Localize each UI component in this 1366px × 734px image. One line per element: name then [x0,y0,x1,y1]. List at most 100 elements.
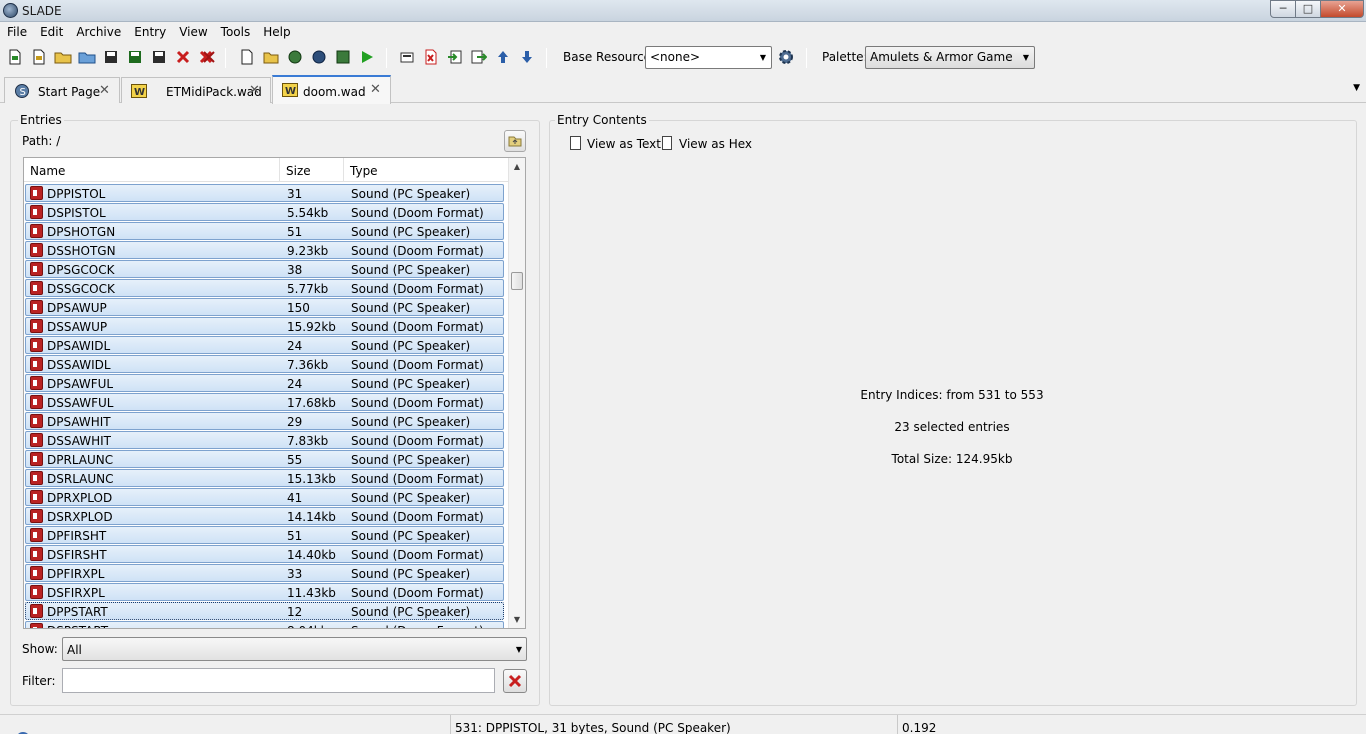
sound-icon [30,433,43,447]
menu-file[interactable]: File [0,22,33,42]
sound-icon [30,205,43,219]
table-row[interactable]: DPSAWFUL 24 Sound (PC Speaker) [25,374,504,392]
close-icon[interactable]: ✕ [99,83,110,98]
tab-start-page[interactable]: S Start Page ✕ [4,77,120,103]
column-name[interactable]: Name [24,158,280,182]
title-bar: SLADE ─ □ ✕ [0,0,1366,22]
new-entry-icon[interactable] [238,48,256,66]
up-directory-button[interactable] [504,130,526,152]
table-row[interactable]: DPFIRSHT 51 Sound (PC Speaker) [25,526,504,544]
status-value: 0.192 [897,715,1366,734]
delete-entry-icon[interactable] [422,48,440,66]
cell-size: 7.83kb [287,434,329,448]
save-all-icon[interactable] [150,48,168,66]
clear-filter-icon [508,674,522,688]
save-as-icon[interactable] [126,48,144,66]
column-type[interactable]: Type [344,158,510,182]
cell-name: DSRXPLOD [47,510,113,524]
table-row[interactable]: DSFIRSHT 14.40kb Sound (Doom Format) [25,545,504,563]
cell-type: Sound (PC Speaker) [351,453,471,467]
menu-edit[interactable]: Edit [33,22,69,42]
palette-select[interactable]: Amulets & Armor Game ▼ [865,46,1035,69]
table-row[interactable]: DSSHOTGN 9.23kb Sound (Doom Format) [25,241,504,259]
status-message: 531: DPPISTOL, 31 bytes, Sound (PC Speak… [450,715,897,734]
table-row[interactable]: DPSAWUP 150 Sound (PC Speaker) [25,298,504,316]
table-row[interactable]: DSSAWIDL 7.36kb Sound (Doom Format) [25,355,504,373]
export-entry-icon[interactable] [470,48,488,66]
table-row[interactable]: DPPSTART 12 Sound (PC Speaker) [25,602,504,620]
entry-list[interactable]: Name Size Type DPPISTOL 31 Sound (PC Speak… [23,157,526,629]
move-up-icon[interactable] [494,48,512,66]
table-row[interactable]: DPFIRXPL 33 Sound (PC Speaker) [25,564,504,582]
table-row[interactable]: DSFIRXPL 11.43kb Sound (Doom Format) [25,583,504,601]
tab-label: ETMidiPack.wad [166,85,262,99]
cell-type: Sound (PC Speaker) [351,225,471,239]
cell-size: 7.36kb [287,358,329,372]
table-row[interactable]: DSSAWFUL 17.68kb Sound (Doom Format) [25,393,504,411]
table-row[interactable]: DPSGCOCK 38 Sound (PC Speaker) [25,260,504,278]
rename-entry-icon[interactable] [398,48,416,66]
table-row[interactable]: DSRXPLOD 14.14kb Sound (Doom Format) [25,507,504,525]
new-wad-icon[interactable] [6,48,24,66]
import-dir-icon[interactable] [334,48,352,66]
cell-type: Sound (Doom Format) [351,396,484,410]
menu-view[interactable]: View [172,22,213,42]
scroll-up-icon[interactable]: ▲ [509,158,525,175]
table-row[interactable]: DPSAWHIT 29 Sound (PC Speaker) [25,412,504,430]
sound-icon [30,585,43,599]
filter-input[interactable] [62,668,495,693]
cell-size: 5.77kb [287,282,329,296]
wad-icon: W [131,84,147,98]
new-zip-icon[interactable] [30,48,48,66]
cell-type: Sound (Doom Format) [351,358,484,372]
minimize-button[interactable]: ─ [1270,0,1296,18]
new-directory-icon[interactable] [262,48,280,66]
tab-etmidipack[interactable]: W ETMidiPack.wad ✕ [121,77,271,103]
table-row[interactable]: DPSHOTGN 51 Sound (PC Speaker) [25,222,504,240]
menu-archive[interactable]: Archive [69,22,127,42]
menu-help[interactable]: Help [256,22,296,42]
cell-name: DPPSTART [47,605,108,619]
menu-tools[interactable]: Tools [214,22,257,42]
toolbar-separator [806,48,807,68]
table-row[interactable]: DSRLAUNC 15.13kb Sound (Doom Format) [25,469,504,487]
close-archive-icon[interactable] [174,48,192,66]
cell-name: DPSHOTGN [47,225,116,239]
menu-entry[interactable]: Entry [127,22,172,42]
move-down-icon[interactable] [518,48,536,66]
import-files-icon[interactable] [286,48,304,66]
table-row[interactable]: DPRLAUNC 55 Sound (PC Speaker) [25,450,504,468]
close-icon[interactable]: ✕ [370,82,381,97]
close-icon[interactable]: ✕ [249,83,260,98]
cell-type: Sound (Doom Format) [351,434,484,448]
run-archive-icon[interactable] [358,48,376,66]
close-all-icon[interactable] [198,48,216,66]
save-icon[interactable] [102,48,120,66]
build-archive-icon[interactable] [310,48,328,66]
base-resource-select[interactable]: <none> ▼ [645,46,772,69]
table-row[interactable]: DPSAWIDL 24 Sound (PC Speaker) [25,336,504,354]
entry-list-scrollbar[interactable]: ▲ ▼ [508,158,525,628]
close-button[interactable]: ✕ [1320,0,1364,18]
scroll-down-icon[interactable]: ▼ [509,611,525,628]
table-row[interactable]: DPPISTOL 31 Sound (PC Speaker) [25,184,504,202]
table-row[interactable]: DSPSTART 8.04kb Sound (Doom Format) [25,621,504,628]
import-entry-icon[interactable] [446,48,464,66]
tab-list-chevron-down-icon[interactable]: ▼ [1353,83,1360,93]
open-icon[interactable] [54,48,72,66]
table-row[interactable]: DPRXPLOD 41 Sound (PC Speaker) [25,488,504,506]
palette-value: Amulets & Armor Game [870,50,1013,64]
column-size[interactable]: Size [280,158,344,182]
gear-icon[interactable] [777,48,795,66]
table-row[interactable]: DSSAWHIT 7.83kb Sound (Doom Format) [25,431,504,449]
scroll-thumb[interactable] [511,272,523,290]
table-row[interactable]: DSSAWUP 15.92kb Sound (Doom Format) [25,317,504,335]
table-row[interactable]: DSPISTOL 5.54kb Sound (Doom Format) [25,203,504,221]
cell-size: 33 [287,567,303,581]
table-row[interactable]: DSSGCOCK 5.77kb Sound (Doom Format) [25,279,504,297]
maximize-button[interactable]: □ [1295,0,1321,18]
tab-doom-wad[interactable]: W doom.wad ✕ [272,75,391,104]
clear-filter-button[interactable] [503,669,527,693]
show-filter-select[interactable]: All ▼ [62,637,527,661]
open-dir-icon[interactable] [78,48,96,66]
